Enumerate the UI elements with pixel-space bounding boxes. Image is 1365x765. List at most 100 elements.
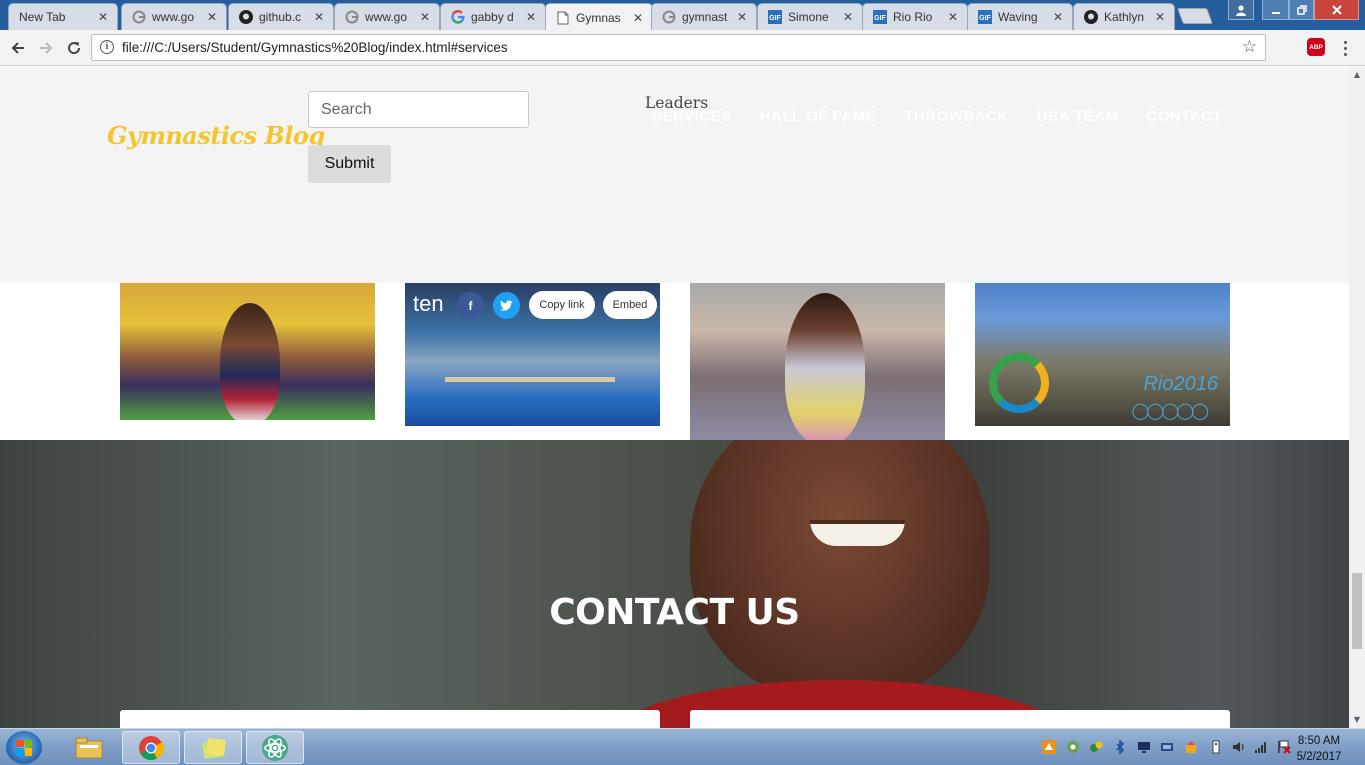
back-arrow-icon[interactable] — [7, 37, 29, 59]
close-icon[interactable]: ✕ — [736, 10, 748, 24]
contact-email-field[interactable] — [690, 710, 1230, 728]
tray-monitor-icon[interactable] — [1136, 740, 1152, 754]
close-icon[interactable]: ✕ — [632, 11, 644, 25]
tab-label: Gymnas — [576, 10, 621, 25]
clock-time: 8:50 AM — [1297, 735, 1341, 747]
tab-label: Waving — [998, 10, 1038, 24]
new-tab-button[interactable] — [1177, 8, 1213, 24]
bookmark-star-icon[interactable]: ☆ — [1242, 37, 1257, 57]
tab-google-1[interactable]: www.go ✕ — [121, 3, 227, 30]
nav-contact[interactable]: CONTACT — [1146, 108, 1222, 125]
submit-button[interactable]: Submit — [308, 145, 391, 183]
page-scrollbar[interactable]: ▲ ▼ — [1349, 67, 1365, 728]
tab-gif-rio[interactable]: GIF Rio Rio ✕ — [862, 3, 968, 30]
tab-google-2[interactable]: www.go ✕ — [334, 3, 440, 30]
tab-github-1[interactable]: github.c ✕ — [228, 3, 334, 30]
page-icon — [556, 11, 570, 25]
close-icon[interactable]: ✕ — [525, 10, 537, 24]
scrollbar-thumb[interactable] — [1352, 573, 1362, 649]
svg-text:GIF: GIF — [979, 15, 991, 22]
tray-display-icon[interactable] — [1159, 740, 1175, 754]
close-icon[interactable]: ✕ — [1052, 10, 1064, 24]
site-header: Gymnastics Blog Submit Leaders SERVICES … — [0, 67, 1349, 283]
beam-embed-video[interactable]: ten f Copy link Embed — [405, 283, 660, 426]
site-logo[interactable]: Gymnastics Blog — [107, 121, 325, 150]
tray-update-icon[interactable] — [1183, 740, 1199, 754]
bluetooth-icon[interactable] — [1112, 739, 1128, 755]
twitter-share-icon[interactable] — [493, 292, 520, 319]
adblock-plus-icon[interactable]: ABP — [1307, 38, 1325, 56]
close-icon[interactable]: ✕ — [206, 10, 218, 24]
tab-label: www.go — [365, 10, 408, 24]
system-clock[interactable]: 8:50 AM 5/2/2017 — [1284, 733, 1354, 765]
forward-arrow-icon[interactable] — [35, 37, 57, 59]
close-icon[interactable]: ✕ — [1154, 10, 1166, 24]
services-gallery: ten f Copy link Embed Rio2016 ◯◯◯◯◯ — [0, 283, 1349, 440]
nav-throwback[interactable]: THROWBACK — [904, 108, 1008, 125]
svg-text:GIF: GIF — [769, 15, 781, 22]
nav-usa-team[interactable]: USA TEAM — [1037, 108, 1119, 125]
gif-icon: GIF — [768, 10, 782, 24]
tab-gif-simone[interactable]: GIF Simone ✕ — [757, 3, 863, 30]
gymnast-figure — [785, 293, 865, 440]
close-icon[interactable]: ✕ — [842, 10, 854, 24]
tray-network-share-icon[interactable] — [1088, 740, 1104, 754]
address-bar[interactable]: i file:///C:/Users/Student/Gymnastics%20… — [91, 34, 1266, 61]
gymnast-waving-photo[interactable] — [690, 283, 945, 440]
google-icon — [345, 10, 359, 24]
tab-github-kathlyn[interactable]: Kathlyn ✕ — [1073, 3, 1175, 30]
gymnast-floor-photo[interactable] — [120, 283, 375, 420]
browser-menu-icon[interactable] — [1340, 39, 1350, 57]
close-icon[interactable]: ✕ — [97, 10, 109, 24]
tab-new-tab[interactable]: New Tab ✕ — [8, 3, 118, 30]
rio-2016-text: Rio2016 — [1143, 373, 1218, 395]
tray-usb-icon[interactable] — [1208, 740, 1224, 754]
file-explorer-taskbar-icon[interactable] — [60, 731, 118, 764]
address-url[interactable]: file:///C:/Users/Student/Gymnastics%20Bl… — [122, 40, 508, 55]
tab-label: gabby d — [471, 10, 514, 24]
close-icon[interactable]: ✕ — [947, 10, 959, 24]
svg-text:GIF: GIF — [874, 15, 886, 22]
user-profile-icon[interactable] — [1228, 0, 1254, 20]
sticky-notes-taskbar-icon[interactable] — [184, 731, 242, 764]
windows-taskbar: 8:50 AM 5/2/2017 — [0, 728, 1365, 765]
balance-beam — [445, 377, 615, 382]
scroll-down-icon[interactable]: ▼ — [1349, 712, 1365, 728]
volume-icon[interactable] — [1231, 740, 1247, 754]
facebook-share-icon[interactable]: f — [457, 292, 484, 319]
embed-button[interactable]: Embed — [603, 291, 657, 319]
window-close-icon[interactable] — [1314, 0, 1359, 20]
reload-icon[interactable] — [63, 37, 85, 59]
tray-app-icon[interactable] — [1041, 740, 1057, 754]
tab-google-3[interactable]: gymnast ✕ — [651, 3, 757, 30]
tab-gymnastics-blog[interactable]: Gymnas ✕ — [545, 3, 653, 30]
gif-icon: GIF — [978, 10, 992, 24]
smile — [810, 520, 905, 546]
chrome-taskbar-icon[interactable] — [122, 731, 180, 764]
atom-editor-taskbar-icon[interactable] — [246, 731, 304, 764]
tab-label: Simone — [788, 10, 829, 24]
restore-icon[interactable] — [1289, 0, 1314, 20]
gymnast-figure — [220, 303, 280, 420]
rio-2016-photo[interactable]: Rio2016 ◯◯◯◯◯ — [975, 283, 1230, 426]
search-input[interactable] — [308, 91, 529, 128]
close-icon[interactable]: ✕ — [313, 10, 325, 24]
close-icon[interactable]: ✕ — [419, 10, 431, 24]
scroll-up-icon[interactable]: ▲ — [1349, 67, 1365, 83]
tab-google-search[interactable]: gabby d ✕ — [440, 3, 546, 30]
tab-label: www.go — [152, 10, 195, 24]
info-icon[interactable]: i — [100, 40, 114, 54]
tray-sync-icon[interactable] — [1065, 740, 1081, 754]
tab-label: Kathlyn — [1104, 10, 1145, 24]
copy-link-button[interactable]: Copy link — [529, 291, 595, 319]
windows-start-button[interactable] — [6, 731, 42, 764]
contact-name-field[interactable] — [120, 710, 660, 728]
gymnast-portrait-background — [690, 440, 990, 700]
browser-tab-strip: New Tab ✕ www.go ✕ github.c ✕ www.go ✕ g… — [0, 0, 1365, 30]
minimize-icon[interactable] — [1262, 0, 1289, 20]
network-signal-icon[interactable] — [1253, 740, 1269, 754]
ten-brand-logo: ten — [413, 291, 444, 316]
nav-services[interactable]: SERVICES — [652, 108, 732, 125]
nav-hall-of-fame[interactable]: HALL OF FAME — [760, 108, 877, 125]
tab-gif-waving[interactable]: GIF Waving ✕ — [967, 3, 1073, 30]
